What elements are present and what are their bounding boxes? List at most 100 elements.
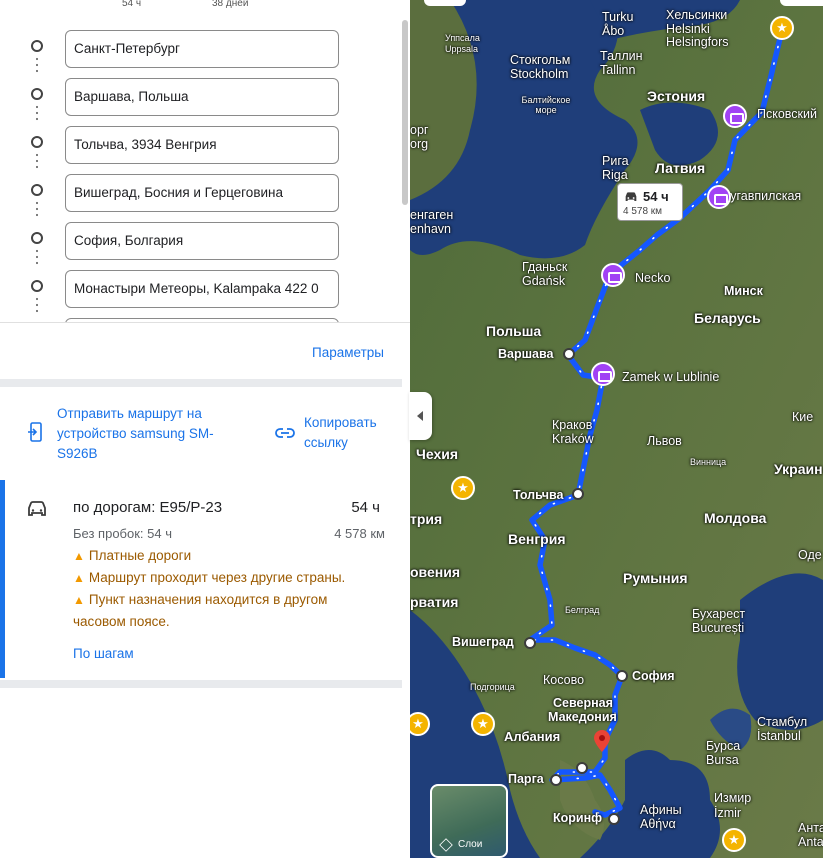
map-label: Уппсала: [445, 33, 480, 43]
route-title: по дорогам: E95/P-23: [73, 499, 223, 516]
map-label: Косово: [543, 673, 585, 687]
map-label: Стокгольм: [510, 53, 571, 67]
top-days: 38 дней: [212, 0, 249, 9]
map-label: Латвия: [655, 160, 706, 176]
map-label: Беларусь: [694, 310, 761, 326]
star-marker-icon[interactable]: ★: [770, 16, 794, 40]
warning-timezone: ▲ Пункт назначения находится в другом час…: [73, 592, 328, 629]
map-top-button[interactable]: [780, 0, 823, 6]
map-canvas[interactable]: Turku Åbo Хельсинки Helsinki Helsingfors…: [410, 0, 823, 858]
map-label: Псковский: [757, 107, 817, 121]
route-distance: 4 578 км: [334, 526, 385, 541]
waypoint-marker[interactable]: [563, 348, 575, 360]
waypoint-dot-icon: [31, 40, 43, 52]
layers-button[interactable]: Слои: [430, 784, 508, 858]
layers-icon: [439, 838, 453, 852]
map-label: Оде: [798, 548, 822, 562]
star-marker-icon[interactable]: ★: [471, 712, 495, 736]
waypoint-row: [0, 314, 402, 322]
map-label: Винница: [690, 457, 727, 467]
photo-poi-icon[interactable]: [723, 104, 747, 128]
map-label: Zamek w Lublinie: [622, 370, 720, 384]
map-label: Албания: [504, 729, 561, 744]
map-label: орг: [410, 123, 429, 137]
layers-label: Слои: [458, 839, 483, 850]
link-icon: [275, 428, 295, 438]
star-marker-icon[interactable]: ★: [722, 828, 746, 852]
dotted-connector: [36, 200, 38, 218]
send-to-device-button[interactable]: Отправить маршрут на устройство samsung …: [25, 404, 265, 464]
warning-icon: ▲: [73, 571, 85, 585]
waypoint-input[interactable]: Варшава, Польша: [65, 78, 339, 116]
map-label: Анта: [798, 821, 823, 835]
photo-poi-icon[interactable]: [591, 362, 615, 386]
bubble-distance: 4 578 км: [623, 206, 663, 217]
waypoint-dot-icon: [31, 88, 43, 100]
map-label: Краков: [552, 418, 593, 432]
map-label: Riga: [602, 168, 628, 182]
map-label: Bursa: [706, 753, 739, 767]
collapse-panel-button[interactable]: [409, 392, 432, 440]
route-option-card[interactable]: по дорогам: E95/P-23 54 ч Без пробок: 54…: [0, 480, 402, 678]
map-label: Молдова: [704, 510, 767, 526]
parameters-link[interactable]: Параметры: [312, 345, 384, 360]
map-label: İstanbul: [757, 729, 801, 743]
waypoint-scrollbar[interactable]: [402, 20, 408, 205]
map-label: Польша: [486, 323, 542, 339]
warning-countries: ▲ Маршрут проходит через другие страны.: [73, 570, 346, 585]
section-divider: [0, 379, 402, 387]
map-top-button[interactable]: [424, 0, 466, 6]
destination-pin-icon[interactable]: [594, 730, 610, 752]
dotted-connector: [36, 104, 38, 122]
route-info-bubble[interactable]: 54 ч 4 578 км: [617, 183, 683, 221]
warning-icon: ▲: [73, 549, 85, 563]
map-label: Tallinn: [600, 63, 636, 77]
send-to-device-label: Отправить маршрут на устройство samsung …: [57, 406, 214, 461]
waypoint-input[interactable]: Тольчва, 3934 Венгрия: [65, 126, 339, 164]
dotted-connector: [36, 248, 38, 266]
waypoint-input[interactable]: Вишеград, Босния и Герцеговина: [65, 174, 339, 212]
map-label: Варшава: [498, 347, 554, 361]
chevron-left-icon: [417, 411, 423, 421]
map-label: İzmir: [714, 806, 742, 820]
map-label: Helsingfors: [666, 35, 729, 49]
warning-toll: ▲ Платные дороги: [73, 548, 192, 563]
map-label: Измир: [714, 791, 752, 805]
waypoint-marker[interactable]: [550, 774, 562, 786]
waypoint-marker[interactable]: [616, 670, 628, 682]
waypoint-marker[interactable]: [524, 637, 536, 649]
map-label: Стамбул: [757, 715, 808, 729]
waypoint-input[interactable]: Санкт-Петербург: [65, 30, 339, 68]
map-label: Эстония: [647, 88, 706, 104]
waypoint-input[interactable]: София, Болгария: [65, 222, 339, 260]
bubble-duration: 54 ч: [643, 189, 669, 204]
map-label: Αθήνα: [640, 817, 676, 831]
copy-link-button[interactable]: Копировать ссылку: [275, 413, 395, 453]
waypoint-marker[interactable]: [576, 762, 588, 774]
map-label: Åbo: [602, 24, 625, 38]
warning-icon: ▲: [73, 593, 85, 607]
waypoint-marker[interactable]: [608, 813, 620, 825]
map-label: Рига: [602, 154, 629, 168]
map-label: трия: [410, 511, 443, 527]
selected-route-accent: [0, 480, 5, 678]
copy-link-label: Копировать ссылку: [304, 415, 377, 450]
waypoint-marker[interactable]: [572, 488, 584, 500]
map-label: Stockholm: [510, 67, 569, 81]
star-marker-icon[interactable]: ★: [451, 476, 475, 500]
waypoint-input[interactable]: Монастыри Метеоры, Kalampaka 422 0: [65, 270, 339, 308]
photo-poi-icon[interactable]: [601, 263, 625, 287]
waypoint-dot-icon: [31, 280, 43, 292]
map-label: Вишеград: [452, 635, 514, 649]
waypoint-row: Тольчва, 3934 Венгрия: [0, 122, 402, 170]
map-label: Таллин: [600, 49, 643, 63]
waypoint-list: Санкт-Петербург Варшава, Польша Тольчва,…: [0, 22, 402, 322]
map-label: Подгорица: [470, 682, 515, 692]
photo-poi-icon[interactable]: [707, 185, 731, 209]
send-to-phone-icon: [28, 422, 42, 442]
waypoint-row: Варшава, Польша: [0, 74, 402, 122]
map-label: Украин: [774, 461, 823, 477]
map-label: Минск: [724, 284, 763, 298]
steps-link[interactable]: По шагам: [73, 646, 134, 661]
map-label: enhavn: [410, 222, 452, 236]
